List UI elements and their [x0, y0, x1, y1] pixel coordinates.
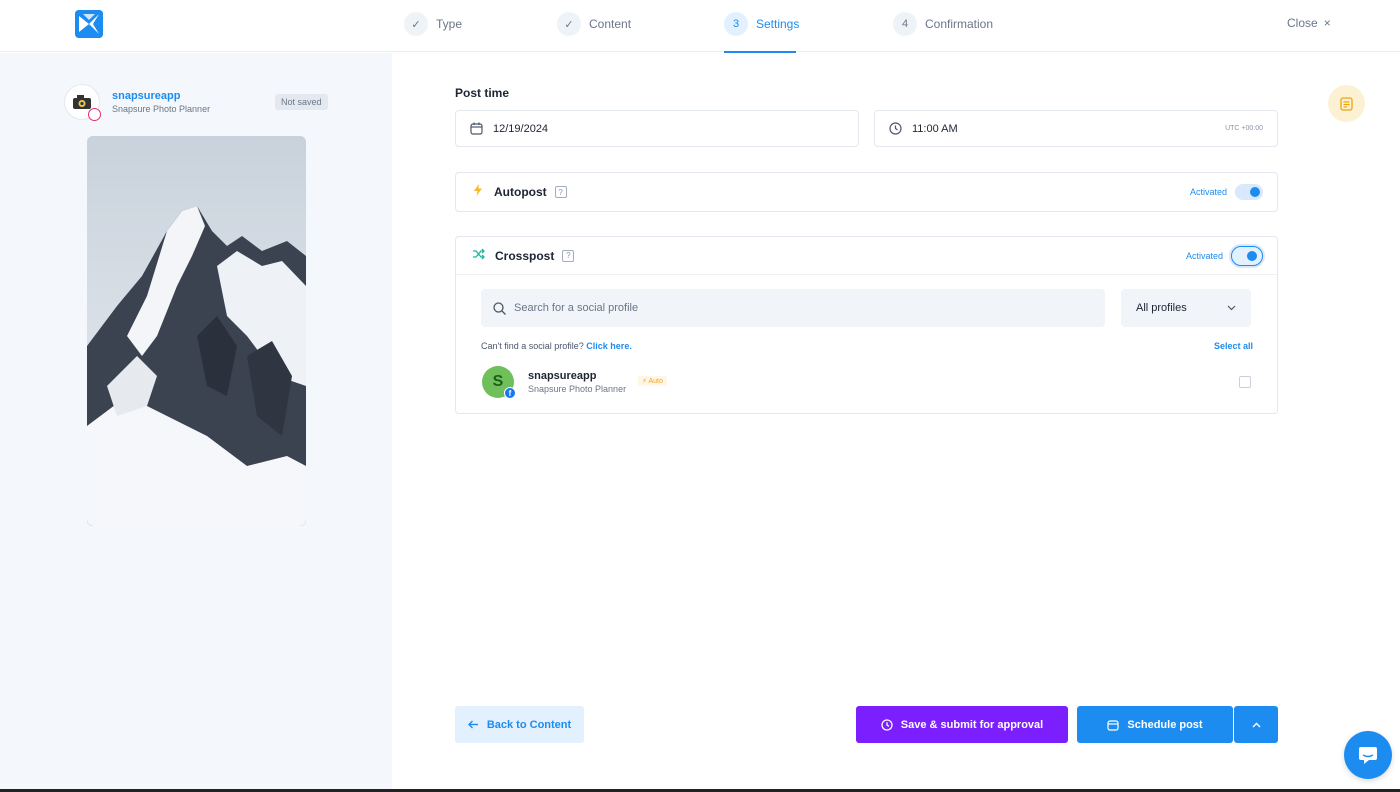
timezone-label: UTC +00:00 [1225, 125, 1263, 132]
social-profile-subtitle: Snapsure Photo Planner [528, 384, 627, 394]
profile-checkbox[interactable] [1239, 376, 1251, 388]
close-icon: × [1323, 16, 1331, 30]
select-all-link[interactable]: Select all [1214, 341, 1253, 351]
step-label: Settings [756, 17, 800, 31]
auto-badge: ⚡ Auto [638, 376, 667, 386]
social-profile-name: snapsureapp [528, 370, 597, 382]
step-content[interactable]: ✓ Content [557, 11, 631, 37]
chat-icon [1359, 747, 1377, 764]
search-placeholder: Search for a social profile [514, 302, 639, 314]
clock-icon [889, 122, 902, 135]
chevron-up-icon [1252, 722, 1260, 727]
autopost-toggle[interactable] [1235, 184, 1263, 200]
step-number: 4 [893, 12, 917, 36]
status-badge: Not saved [275, 94, 328, 110]
lightning-icon [472, 183, 484, 201]
profile-search-input[interactable]: Search for a social profile [481, 289, 1105, 327]
help-icon[interactable]: ? [554, 186, 567, 198]
autopost-title: Autopost [494, 185, 547, 199]
notes-button[interactable] [1328, 85, 1365, 122]
auto-badge-label: Auto [648, 378, 663, 385]
profile-filter-select[interactable]: All profiles [1121, 289, 1251, 327]
date-field[interactable]: 12/19/2024 [455, 110, 859, 147]
post-image-preview [87, 136, 306, 526]
schedule-label: Schedule post [1127, 718, 1203, 731]
step-confirmation[interactable]: 4 Confirmation [893, 11, 993, 37]
cant-find-label: Can't find a social profile? [481, 341, 584, 351]
autopost-card: Autopost ? Activated [455, 172, 1278, 212]
step-label: Type [436, 17, 463, 31]
instagram-icon [88, 108, 101, 121]
save-submit-approval-button[interactable]: Save & submit for approval [856, 706, 1068, 743]
facebook-icon: f [504, 387, 516, 399]
chat-support-button[interactable] [1344, 731, 1392, 779]
step-label: Confirmation [925, 17, 994, 31]
schedule-options-button[interactable] [1234, 706, 1278, 743]
step-number: 3 [724, 12, 748, 36]
step-type[interactable]: ✓ Type [404, 11, 462, 37]
chevron-down-icon [1227, 305, 1236, 311]
help-icon[interactable]: ? [562, 249, 575, 262]
app-logo[interactable] [75, 10, 103, 38]
toggle-knob [1250, 187, 1260, 197]
profile-subtitle: Snapsure Photo Planner [112, 104, 211, 114]
time-value: 11:00 AM [912, 122, 958, 135]
check-icon: ✓ [404, 12, 428, 36]
toggle-knob [1247, 250, 1257, 261]
date-value: 12/19/2024 [493, 122, 549, 135]
back-label: Back to Content [486, 718, 572, 731]
profile-avatar [64, 84, 101, 121]
check-icon: ✓ [557, 12, 581, 36]
time-field[interactable]: 11:00 AM UTC +00:00 [874, 110, 1278, 147]
clock-icon [881, 718, 893, 731]
close-button[interactable]: Close × [1287, 16, 1331, 30]
crosspost-title: Crosspost [495, 248, 555, 263]
note-icon [1340, 96, 1353, 111]
autopost-status: Activated [1189, 187, 1227, 197]
close-label: Close [1287, 16, 1318, 30]
top-bar: ✓ Type ✓ Content 3 Settings 4 Confirmati… [0, 0, 1400, 53]
search-icon [493, 301, 506, 315]
calendar-icon [1107, 719, 1120, 731]
post-time-label: Post time [455, 86, 510, 100]
click-here-link[interactable]: Click here. [586, 341, 632, 351]
shuffle-icon [472, 247, 485, 265]
filter-value: All profiles [1136, 302, 1187, 314]
step-label: Content [589, 17, 632, 31]
back-to-content-button[interactable]: Back to Content [455, 706, 584, 743]
arrow-left-icon [467, 720, 479, 729]
cant-find-text: Can't find a social profile? Click here. [481, 341, 632, 351]
active-step-indicator [724, 51, 796, 53]
crosspost-status: Activated [1185, 250, 1223, 261]
crosspost-toggle[interactable] [1231, 245, 1263, 266]
approve-label: Save & submit for approval [900, 718, 1044, 731]
profile-name: snapsureapp [112, 90, 181, 102]
schedule-post-button[interactable]: Schedule post [1077, 706, 1233, 743]
step-settings[interactable]: 3 Settings [724, 11, 799, 37]
calendar-icon [470, 122, 483, 135]
